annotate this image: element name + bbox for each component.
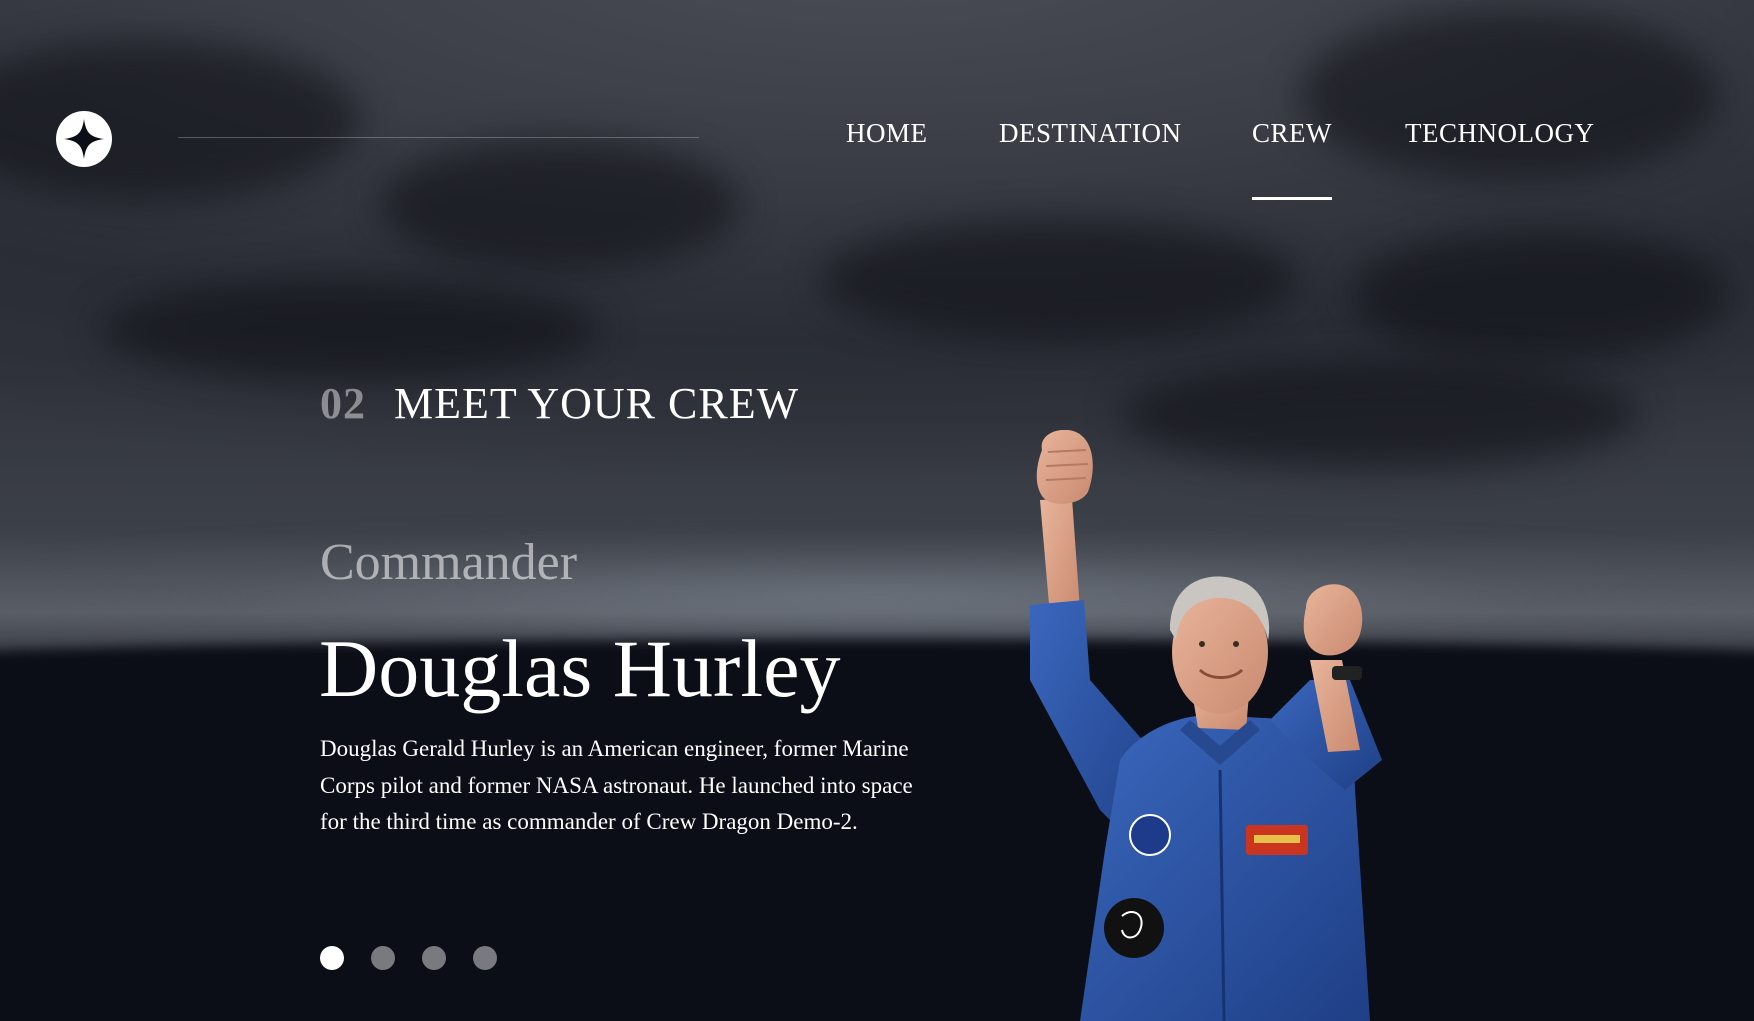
nav-crew[interactable]: CREW [1252,118,1332,200]
main-nav: HOME DESTINATION CREW TECHNOLOGY [0,118,1754,200]
nav-destination[interactable]: DESTINATION [999,118,1181,200]
pagination-dot-4[interactable] [473,946,497,970]
nav-home[interactable]: HOME [846,118,928,200]
nav-technology[interactable]: TECHNOLOGY [1405,118,1594,200]
pagination-dot-1[interactable] [320,946,344,970]
site-header: HOME DESTINATION CREW TECHNOLOGY [0,0,1754,200]
pagination-dot-3[interactable] [422,946,446,970]
crew-bio: Douglas Gerald Hurley is an American eng… [320,736,913,834]
section-title: MEET YOUR CREW [394,379,800,428]
section-number: 02 [320,379,366,428]
crew-name: Douglas Hurley [319,623,841,714]
crew-role: Commander [320,534,578,591]
pagination-dot-2[interactable] [371,946,395,970]
astronaut-portrait [1010,429,1480,1021]
section-heading: 02 MEET YOUR CREW [320,378,799,429]
